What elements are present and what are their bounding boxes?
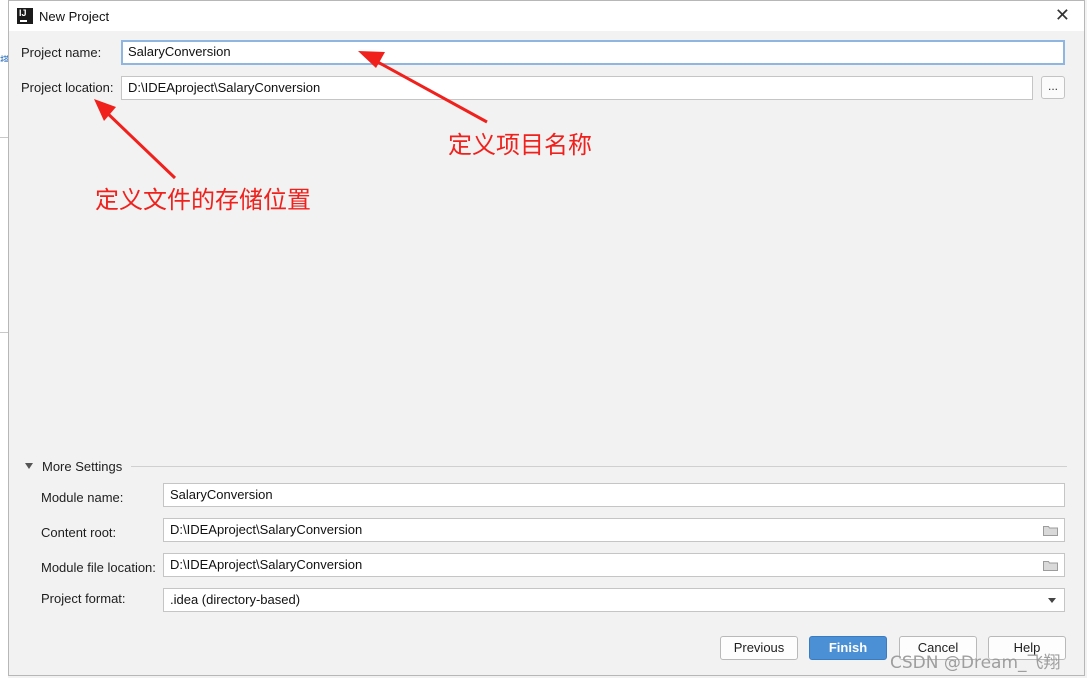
annotation-project-location: 定义文件的存储位置 (95, 186, 311, 214)
annotation-arrows (94, 51, 488, 180)
arrow-to-project-name (358, 51, 488, 124)
watermark: CSDN @Dream_飞翔 (890, 653, 1061, 673)
arrow-to-project-location (94, 99, 177, 180)
annotation-project-name: 定义项目名称 (448, 131, 592, 159)
